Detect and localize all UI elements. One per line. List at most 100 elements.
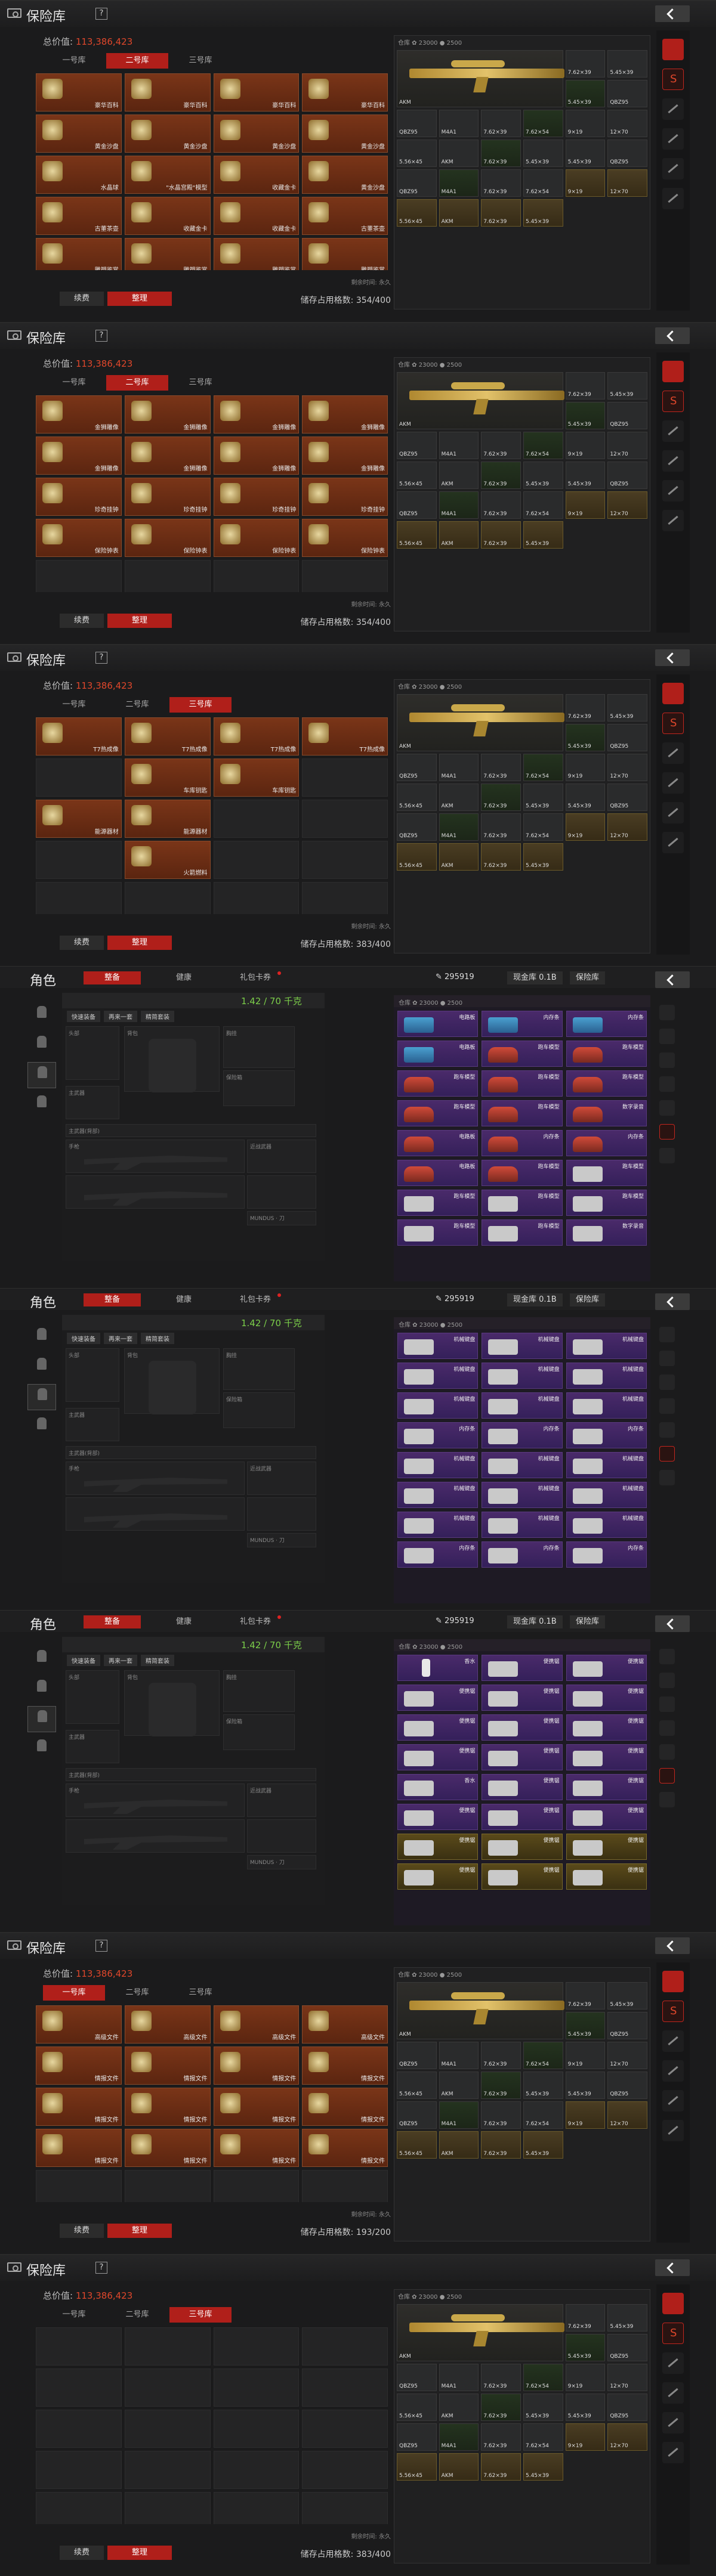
right-nav-item[interactable]: [659, 1744, 675, 1760]
side-char-item[interactable]: [27, 1646, 56, 1673]
right-nav-item[interactable]: [659, 1446, 675, 1462]
warehouse-item[interactable]: AKM: [439, 2394, 479, 2421]
warehouse-item[interactable]: 5.45×39: [607, 50, 647, 78]
equip-button[interactable]: 再来一套: [104, 1333, 137, 1344]
equip-button[interactable]: 快速装备: [67, 1011, 100, 1022]
inventory-item[interactable]: 便携锯: [482, 1744, 563, 1770]
warehouse-item[interactable]: M4A1: [439, 432, 479, 459]
vault-item[interactable]: 高级文件: [124, 2005, 211, 2044]
vault-item[interactable]: [36, 2492, 122, 2524]
inventory-item[interactable]: 便携锯: [482, 1834, 563, 1860]
inventory-item[interactable]: 内存条: [566, 1130, 647, 1156]
warehouse-item[interactable]: 5.56×45: [397, 521, 437, 549]
vault-item[interactable]: [302, 2492, 388, 2524]
side-nav-item[interactable]: [662, 128, 684, 150]
warehouse-item[interactable]: 7.62×39: [481, 2453, 521, 2481]
equip-slot[interactable]: 主武器(背部): [66, 1768, 316, 1781]
warehouse-item[interactable]: QBZ95: [397, 813, 437, 841]
vault-item[interactable]: 金狮雕像: [302, 395, 388, 434]
tab-1[interactable]: 健康: [155, 971, 212, 984]
equip-slot[interactable]: 近战武器: [247, 1784, 316, 1817]
warehouse-item[interactable]: 7.62×39: [565, 1982, 606, 2010]
warehouse-item[interactable]: 9×19: [565, 491, 606, 519]
vault-item[interactable]: [36, 758, 122, 797]
inventory-item[interactable]: 便携锯: [566, 1655, 647, 1681]
warehouse-item[interactable]: 5.56×45: [397, 843, 437, 871]
vault-item[interactable]: 珍奇挂钟: [213, 478, 300, 516]
vault-item[interactable]: T7热成像: [36, 717, 122, 756]
warehouse-item[interactable]: 5.56×45: [397, 199, 437, 227]
warehouse-item[interactable]: 5.45×39: [565, 784, 606, 811]
vault-item[interactable]: 情报文件: [302, 2046, 388, 2085]
equip-slot[interactable]: 背包: [124, 1348, 220, 1414]
warehouse-item[interactable]: 5.56×45: [397, 784, 437, 811]
help-button[interactable]: ?: [95, 330, 107, 342]
warehouse-item[interactable]: QBZ95: [607, 724, 647, 751]
tab-vault-2[interactable]: 二号库: [106, 2307, 168, 2323]
side-nav-item[interactable]: [662, 2001, 684, 2022]
inventory-item[interactable]: 数字录音: [566, 1219, 647, 1246]
vault-item[interactable]: [302, 2410, 388, 2448]
renew-button[interactable]: 续费: [60, 2546, 104, 2560]
warehouse-item[interactable]: 7.62×39: [481, 2394, 521, 2421]
side-nav-item[interactable]: [662, 832, 684, 853]
warehouse-item[interactable]: M4A1: [439, 2364, 479, 2391]
warehouse-item[interactable]: 5.56×45: [397, 2394, 437, 2421]
warehouse-item[interactable]: 9×19: [565, 432, 606, 459]
right-nav-item[interactable]: [659, 1768, 675, 1784]
back-button[interactable]: [655, 649, 690, 666]
side-nav-item[interactable]: [662, 510, 684, 531]
right-nav-item[interactable]: [659, 1673, 675, 1688]
inventory-item[interactable]: 便携锯: [566, 1774, 647, 1800]
inventory-item[interactable]: 内存条: [482, 1422, 563, 1448]
warehouse-item[interactable]: AKM: [439, 140, 479, 167]
inventory-item[interactable]: 机械键盘: [397, 1512, 479, 1538]
vault-item[interactable]: 水晶球: [36, 156, 122, 194]
side-nav-item[interactable]: [662, 2120, 684, 2141]
vault-item[interactable]: T7热成像: [213, 717, 300, 756]
vault-item[interactable]: [124, 560, 211, 592]
warehouse-item[interactable]: 12×70: [607, 491, 647, 519]
vault-item[interactable]: 收藏金卡: [213, 197, 300, 235]
inventory-item[interactable]: 跑车模型: [566, 1070, 647, 1097]
help-button[interactable]: ?: [95, 652, 107, 664]
vault-item[interactable]: [124, 2410, 211, 2448]
inventory-item[interactable]: 机械键盘: [397, 1392, 479, 1419]
vault-item[interactable]: 能源器材: [36, 800, 122, 838]
tab-vault-3[interactable]: 三号库: [169, 375, 232, 391]
inventory-item[interactable]: 机械键盘: [397, 1452, 479, 1478]
inventory-item[interactable]: 内存条: [482, 1011, 563, 1037]
sort-button[interactable]: 整理: [107, 2546, 172, 2560]
equip-button[interactable]: 再来一套: [104, 1011, 137, 1022]
warehouse-item[interactable]: M4A1: [439, 2042, 479, 2069]
inventory-item[interactable]: 内存条: [482, 1130, 563, 1156]
tab-vault-3[interactable]: 三号库: [169, 697, 232, 713]
vault-item[interactable]: 雕塑鉴赏: [124, 238, 211, 270]
equip-button[interactable]: 精简套装: [141, 1011, 174, 1022]
vault-item[interactable]: 豪华百科: [36, 73, 122, 112]
warehouse-item[interactable]: 7.62×54: [523, 2364, 563, 2391]
vault-item[interactable]: [302, 841, 388, 879]
vault-item[interactable]: 收藏金卡: [124, 197, 211, 235]
tab-vault-1[interactable]: 一号库: [43, 697, 105, 713]
cash-vault-button[interactable]: 现金库 0.1B: [507, 1615, 563, 1628]
inventory-item[interactable]: 便携锯: [482, 1804, 563, 1830]
right-nav-item[interactable]: [659, 1351, 675, 1366]
tab-1[interactable]: 健康: [155, 1615, 212, 1628]
vault-item[interactable]: [124, 2492, 211, 2524]
warehouse-item[interactable]: AKM: [439, 462, 479, 489]
inventory-item[interactable]: 跑车模型: [397, 1070, 479, 1097]
vault-item[interactable]: 黄金沙盘: [302, 156, 388, 194]
rifle-item[interactable]: AKM: [397, 694, 564, 751]
side-char-item[interactable]: [27, 1676, 56, 1702]
cash-vault-button[interactable]: 现金库 0.1B: [507, 971, 563, 984]
vault-item[interactable]: 黄金沙盘: [124, 114, 211, 153]
equip-slot[interactable]: 背包: [124, 1026, 220, 1092]
vault-item[interactable]: [302, 2451, 388, 2489]
help-button[interactable]: ?: [95, 1940, 107, 1952]
vault-item[interactable]: 车库钥匙: [124, 758, 211, 797]
warehouse-item[interactable]: 5.45×39: [565, 2072, 606, 2099]
vault-item[interactable]: 雕塑鉴赏: [302, 238, 388, 270]
right-nav-item[interactable]: [659, 1649, 675, 1664]
warehouse-item[interactable]: QBZ95: [607, 784, 647, 811]
